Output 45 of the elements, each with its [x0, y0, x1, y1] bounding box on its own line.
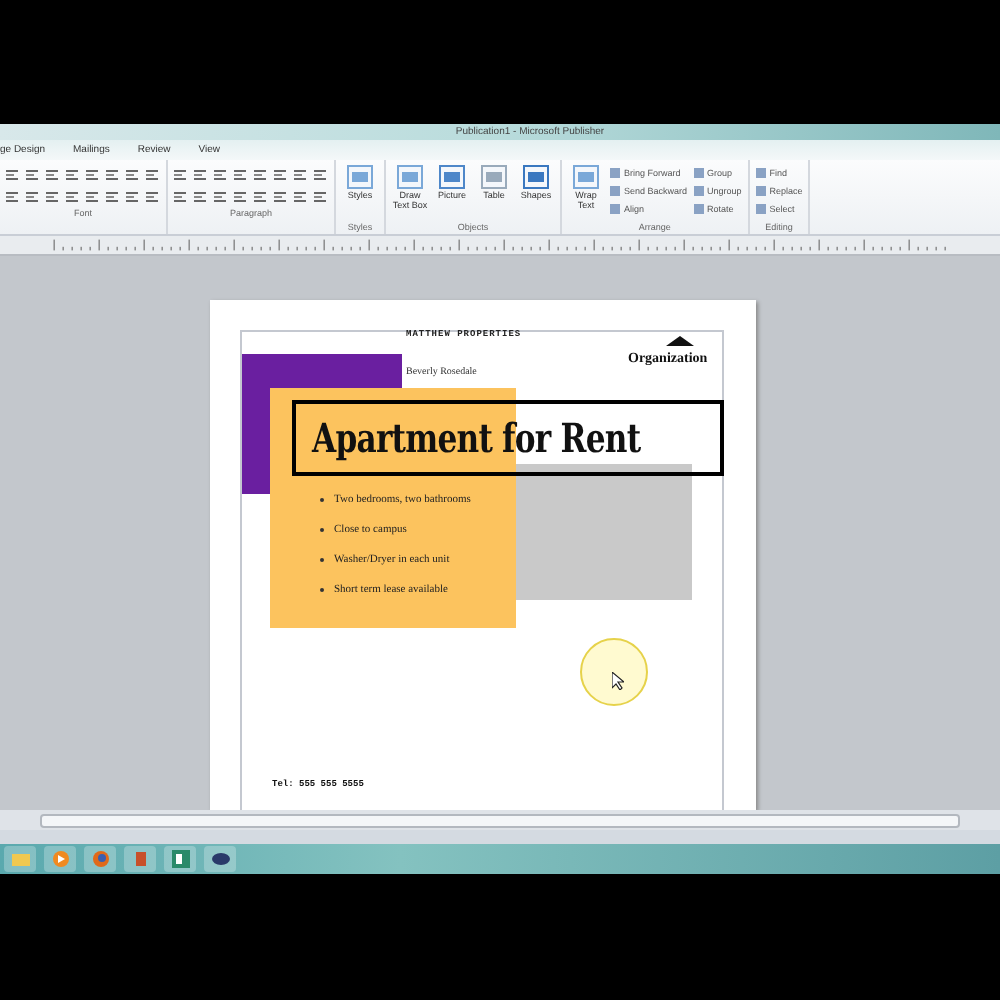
- format-icon[interactable]: [234, 170, 246, 180]
- format-icon[interactable]: [146, 192, 158, 202]
- toolbar-icon: [480, 164, 508, 190]
- format-icon[interactable]: [274, 192, 286, 202]
- format-icon[interactable]: [6, 192, 18, 202]
- toolbar-icon: [346, 164, 374, 190]
- scrollbar[interactable]: [40, 813, 960, 827]
- format-icon[interactable]: [26, 170, 38, 180]
- format-icon[interactable]: [106, 192, 118, 202]
- format-icon[interactable]: [66, 170, 78, 180]
- format-icon[interactable]: [214, 170, 226, 180]
- format-icon[interactable]: [126, 170, 138, 180]
- toolbar-icon: [572, 164, 600, 190]
- format-icon[interactable]: [294, 192, 306, 202]
- browser-icon[interactable]: [84, 846, 116, 872]
- format-icon[interactable]: [26, 192, 38, 202]
- format-icon[interactable]: [314, 170, 326, 180]
- format-icon[interactable]: [254, 192, 266, 202]
- format-icon[interactable]: [126, 192, 138, 202]
- toolbar-icon: [396, 164, 424, 190]
- format-icon[interactable]: [294, 170, 306, 180]
- format-icon[interactable]: [234, 192, 246, 202]
- format-icon[interactable]: [274, 170, 286, 180]
- format-icon[interactable]: [254, 170, 266, 180]
- format-icon[interactable]: [86, 170, 98, 180]
- pointer-icon: [612, 672, 624, 690]
- format-icon[interactable]: [66, 192, 78, 202]
- app-icon[interactable]: [204, 846, 236, 872]
- format-icon[interactable]: [174, 192, 186, 202]
- format-icon[interactable]: [46, 192, 58, 202]
- format-icon[interactable]: [6, 170, 18, 180]
- toolbar-icon: [438, 164, 466, 190]
- logo-icon: [666, 336, 694, 346]
- format-icon[interactable]: [106, 170, 118, 180]
- format-icon[interactable]: [146, 170, 158, 180]
- format-icon[interactable]: [194, 170, 206, 180]
- cursor-highlight: [580, 638, 648, 706]
- format-icon[interactable]: [86, 192, 98, 202]
- format-icon[interactable]: [174, 170, 186, 180]
- format-icon[interactable]: [214, 192, 226, 202]
- format-icon[interactable]: [46, 170, 58, 180]
- publisher-icon[interactable]: [164, 846, 196, 872]
- toolbar-icon: [522, 164, 550, 190]
- format-icon[interactable]: [314, 192, 326, 202]
- format-icon[interactable]: [194, 192, 206, 202]
